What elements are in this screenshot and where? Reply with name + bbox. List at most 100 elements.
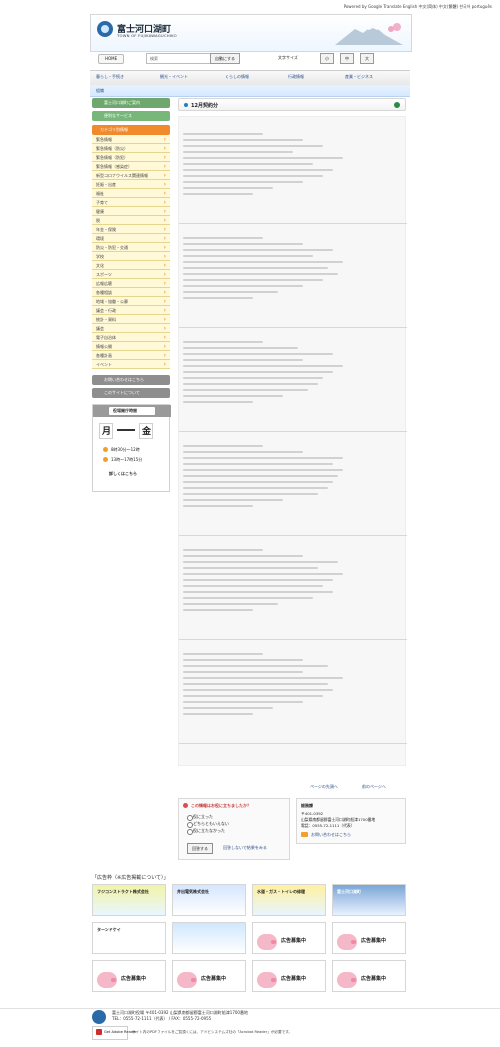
adobe-icon bbox=[96, 1029, 102, 1035]
font-medium-button[interactable]: 中 bbox=[340, 53, 354, 64]
sidebar-item[interactable]: 地域・協働・公募 bbox=[92, 297, 170, 306]
pager: ページの先頭へ 前のページへ bbox=[178, 780, 406, 794]
top-bar: Powered by Google Translate English 中文(简… bbox=[0, 0, 500, 14]
ad-tile[interactable] bbox=[172, 922, 246, 954]
sidebar-top-2[interactable]: 便利なサービス bbox=[92, 111, 170, 121]
ad-tile[interactable]: 広告募集中 bbox=[172, 960, 246, 992]
sidebar-top-1[interactable]: 富士河口湖町ご案内 bbox=[92, 98, 170, 108]
office-hours-box: 役場開庁時間 月 金 8時30分〜12時 13時〜17時15分 詳しくはこちら bbox=[92, 404, 171, 492]
pig-icon bbox=[97, 972, 117, 988]
ad-tile[interactable]: 広告募集中 bbox=[92, 960, 166, 992]
sidebar-about[interactable]: このサイトについて bbox=[92, 388, 170, 398]
sidebar-item[interactable]: 税 bbox=[92, 216, 170, 225]
home-button[interactable]: HOME bbox=[98, 54, 125, 64]
contract-entry bbox=[179, 227, 407, 328]
sidebar-item[interactable]: 緊急情報（感染症） bbox=[92, 162, 170, 171]
ad-tile[interactable]: ターンドケイ bbox=[92, 922, 166, 954]
tab-4[interactable]: 行政情報 bbox=[288, 74, 304, 80]
radio-3-label: 役に立たなかった bbox=[193, 828, 225, 833]
recruit-text: 広告募集中 bbox=[201, 976, 227, 982]
feedback-section: この情報はお役に立ちましたか？ 役に立った どちらともいえない 役に立たなかった… bbox=[178, 798, 406, 864]
sidebar-contact[interactable]: お問い合わせはこちら bbox=[92, 375, 170, 385]
pig-icon bbox=[257, 972, 277, 988]
tab-1[interactable]: 暮らし・手続き bbox=[96, 74, 124, 80]
recruit-text: 広告募集中 bbox=[361, 976, 387, 982]
sidebar-item[interactable]: 年金・保険 bbox=[92, 225, 170, 234]
sidebar-item[interactable]: 電子自治体 bbox=[92, 333, 170, 342]
search-input[interactable]: 検索 bbox=[146, 53, 214, 64]
pig-icon bbox=[257, 934, 277, 950]
sidebar-item[interactable]: 統計・資料 bbox=[92, 315, 170, 324]
sidebar-item[interactable]: 環境 bbox=[92, 234, 170, 243]
sidebar-item[interactable]: 新型コロナウイルス関連情報 bbox=[92, 171, 170, 180]
recruit-text: 広告募集中 bbox=[281, 938, 307, 944]
recruit-text: 広告募集中 bbox=[121, 976, 147, 982]
contact-title: 総務課 bbox=[301, 803, 313, 808]
hours-title: 役場開庁時間 bbox=[113, 408, 137, 413]
tab-5[interactable]: 産業・ビジネス bbox=[345, 74, 373, 80]
ad-tile[interactable]: 水道・ガス・トイレの修理 bbox=[252, 884, 326, 916]
font-small-label: 小 bbox=[325, 56, 329, 61]
title-dot-icon bbox=[184, 103, 188, 107]
sidebar-item[interactable]: 情報公開 bbox=[92, 342, 170, 351]
nav-row: HOME 検索 自動にする 文字サイズ 小 中 大 bbox=[90, 52, 410, 68]
font-large-button[interactable]: 大 bbox=[360, 53, 374, 64]
mount-fuji-icon bbox=[335, 23, 403, 45]
ad-grid: フジコンストラクト株式会社 井出電気株式会社 水道・ガス・トイレの修理 富士河口… bbox=[92, 884, 406, 1004]
ad-tile[interactable]: 井出電気株式会社 bbox=[172, 884, 246, 916]
submit-button[interactable]: 回答する bbox=[187, 843, 213, 854]
sidebar-item[interactable]: 福祉 bbox=[92, 189, 170, 198]
sidebar-item[interactable]: 防災・防犯・交通 bbox=[92, 243, 170, 252]
sidebar-item[interactable]: イベント bbox=[92, 360, 170, 369]
font-small-button[interactable]: 小 bbox=[320, 53, 334, 64]
sidebar-category-header: カテゴリ別情報 bbox=[92, 125, 170, 135]
ad-tile[interactable]: フジコンストラクト株式会社 bbox=[92, 884, 166, 916]
ad-tile[interactable]: 広告募集中 bbox=[332, 960, 406, 992]
sidebar: 富士河口湖町ご案内 便利なサービス カテゴリ別情報 緊急情報 緊急情報（防災） … bbox=[92, 98, 171, 492]
tab-3[interactable]: くらしの情報 bbox=[225, 74, 249, 80]
ad-tile[interactable]: 広告募集中 bbox=[252, 960, 326, 992]
mail-icon bbox=[301, 832, 308, 837]
ad-tile[interactable]: 広告募集中 bbox=[332, 922, 406, 954]
recruit-text: 広告募集中 bbox=[361, 938, 387, 944]
contract-entry bbox=[179, 331, 407, 432]
time1: 8時30分〜12時 bbox=[111, 447, 140, 452]
tab-2[interactable]: 観光・イベント bbox=[160, 74, 188, 80]
contact-line-3: 電話：0555-72-1111（代表） bbox=[301, 823, 355, 828]
ad-tile[interactable]: 広告募集中 bbox=[252, 922, 326, 954]
sidebar-item[interactable]: 文化 bbox=[92, 261, 170, 270]
sidebar-item[interactable]: 学校 bbox=[92, 252, 170, 261]
sidebar-item[interactable]: 健康 bbox=[92, 207, 170, 216]
adobe-reader-button[interactable]: Get Adobe Reader bbox=[92, 1026, 137, 1040]
survey-question: この情報はお役に立ちましたか？ bbox=[191, 803, 251, 808]
prev-page-link[interactable]: 前のページへ bbox=[362, 784, 386, 790]
contact-box: 総務課 〒401-0392 山梨県南都留郡富士河口湖町船津1700番地 電話：0… bbox=[296, 798, 406, 844]
ad-tile[interactable]: 富士河口湖町 bbox=[332, 884, 406, 916]
ad-text: 井出電気株式会社 bbox=[177, 889, 209, 894]
hours-details-link[interactable]: 詳しくはこちら bbox=[109, 471, 137, 477]
sidebar-item[interactable]: 妊娠・出産 bbox=[92, 180, 170, 189]
sidebar-item[interactable]: スポーツ bbox=[92, 270, 170, 279]
page-top-link[interactable]: ページの先頭へ bbox=[310, 784, 338, 790]
home-label: HOME bbox=[105, 56, 118, 61]
sidebar-item[interactable]: 各種計画 bbox=[92, 351, 170, 360]
ad-text: 富士河口湖町 bbox=[337, 889, 361, 894]
sidebar-item[interactable]: 各種相談 bbox=[92, 288, 170, 297]
search-button[interactable]: 自動にする bbox=[210, 53, 241, 64]
sidebar-item[interactable]: 広報広聴 bbox=[92, 279, 170, 288]
ad-text: 水道・ガス・トイレの修理 bbox=[257, 889, 305, 894]
sidebar-item[interactable]: 緊急情報（防犯） bbox=[92, 153, 170, 162]
sidebar-item[interactable]: 緊急情報 bbox=[92, 135, 170, 144]
page: Powered by Google Translate English 中文(简… bbox=[0, 0, 500, 1047]
sidebar-item[interactable]: 子育て bbox=[92, 198, 170, 207]
sidebar-item[interactable]: 緊急情報（防災） bbox=[92, 144, 170, 153]
sidebar-item[interactable]: 議会 bbox=[92, 324, 170, 333]
time1-icon bbox=[103, 447, 108, 452]
pig-icon bbox=[337, 934, 357, 950]
results-link[interactable]: 回答しないで結果をみる bbox=[223, 845, 267, 851]
reader-note: サイト内のPDFファイルをご覧頂くには、アドビシステムズ社の「Acrobat R… bbox=[132, 1030, 293, 1034]
pig-icon bbox=[177, 972, 197, 988]
contact-link[interactable]: お問い合わせはこちら bbox=[311, 832, 351, 838]
subnav-item[interactable]: 組織 bbox=[96, 88, 104, 94]
sidebar-item[interactable]: 議会・行政 bbox=[92, 306, 170, 315]
